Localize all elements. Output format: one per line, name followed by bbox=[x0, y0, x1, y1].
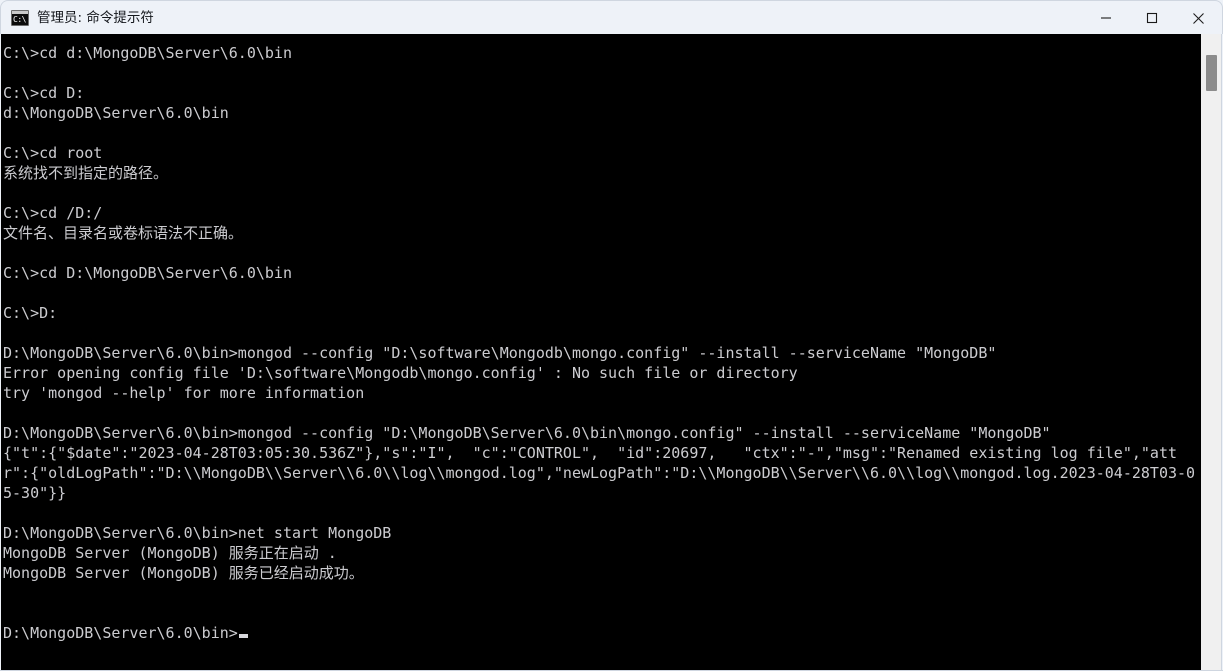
console-line: D:\MongoDB\Server\6.0\bin>mongod --confi… bbox=[3, 424, 1051, 442]
console-line: C:\>cd D: bbox=[3, 84, 85, 102]
maximize-icon bbox=[1146, 12, 1158, 24]
console-text: C:\>cd d:\MongoDB\Server\6.0\bin C:\>cd D… bbox=[3, 43, 1201, 643]
cmd-icon-prompt-glyph: C:\ bbox=[13, 14, 26, 24]
console-prompt-line: D:\MongoDB\Server\6.0\bin> bbox=[3, 623, 1201, 643]
cmd-icon: C:\ bbox=[11, 9, 29, 26]
maximize-button[interactable] bbox=[1129, 2, 1175, 34]
console-line: D:\MongoDB\Server\6.0\bin>net start Mong… bbox=[3, 524, 392, 542]
console-line: C:\>D: bbox=[3, 304, 58, 322]
console-line: try 'mongod --help' for more information bbox=[3, 384, 365, 402]
console-line: d:\MongoDB\Server\6.0\bin bbox=[3, 104, 229, 122]
console-line: D:\MongoDB\Server\6.0\bin>mongod --confi… bbox=[3, 344, 997, 362]
window-controls bbox=[1083, 2, 1221, 34]
console-line: Error opening config file 'D:\software\M… bbox=[3, 364, 798, 382]
console-line: C:\>cd /D:/ bbox=[3, 204, 103, 222]
console-line: C:\>cd d:\MongoDB\Server\6.0\bin bbox=[3, 44, 292, 62]
close-icon bbox=[1192, 12, 1204, 24]
minimize-button[interactable] bbox=[1083, 2, 1129, 34]
close-button[interactable] bbox=[1175, 2, 1221, 34]
title-bar[interactable]: C:\ 管理员: 命令提示符 bbox=[0, 0, 1223, 34]
command-prompt-window: C:\ 管理员: 命令提示符 C:\>cd d:\MongoDB\Server\… bbox=[0, 0, 1223, 671]
console-output-pane[interactable]: C:\>cd d:\MongoDB\Server\6.0\bin C:\>cd D… bbox=[1, 34, 1201, 671]
minimize-icon bbox=[1101, 17, 1111, 19]
window-title: 管理员: 命令提示符 bbox=[37, 9, 154, 26]
console-line: 文件名、目录名或卷标语法不正确。 bbox=[3, 224, 244, 242]
console-line: 系统找不到指定的路径。 bbox=[3, 164, 169, 182]
prompt-text: D:\MongoDB\Server\6.0\bin> bbox=[3, 624, 238, 642]
scrollbar-thumb[interactable] bbox=[1206, 55, 1217, 91]
console-line: MongoDB Server (MongoDB) 服务已经启动成功。 bbox=[3, 564, 364, 582]
cmd-icon-titlebar-strip bbox=[12, 10, 28, 14]
console-line: C:\>cd root bbox=[3, 144, 103, 162]
text-cursor bbox=[238, 634, 248, 638]
console-line: {"t":{"$date":"2023-04-28T03:05:30.536Z"… bbox=[3, 444, 1196, 502]
vertical-scrollbar[interactable] bbox=[1201, 34, 1222, 671]
console-line: C:\>cd D:\MongoDB\Server\6.0\bin bbox=[3, 264, 292, 282]
console-area: C:\>cd d:\MongoDB\Server\6.0\bin C:\>cd D… bbox=[1, 34, 1222, 671]
console-line: MongoDB Server (MongoDB) 服务正在启动 . bbox=[3, 544, 337, 562]
